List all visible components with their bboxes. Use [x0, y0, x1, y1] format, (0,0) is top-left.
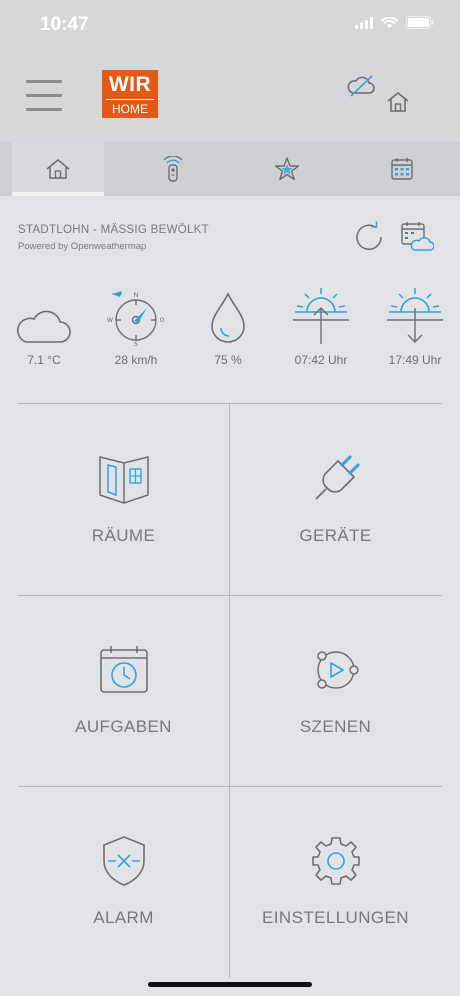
tab-calendar[interactable] [356, 142, 448, 196]
status-bar: 10:47 [0, 0, 460, 52]
gear-icon [311, 837, 360, 885]
sunset-icon [387, 288, 443, 343]
tile-scenes[interactable]: SZENEN [230, 595, 441, 785]
tile-scenes-label: SZENEN [299, 717, 372, 736]
svg-text:S: S [134, 341, 138, 346]
sunrise-metric: 07:42 Uhr [281, 284, 361, 367]
menu-button[interactable] [26, 80, 62, 112]
menu-bar-line [26, 80, 62, 83]
tile-rooms[interactable]: RÄUME [18, 404, 229, 594]
water-drop-icon [211, 292, 245, 343]
tab-home[interactable] [12, 142, 104, 196]
status-time: 10:47 [40, 14, 89, 35]
calendar-icon [391, 158, 413, 180]
wir-home-logo: WIR HOME [102, 70, 158, 118]
app-header: WIR HOME [0, 52, 460, 142]
cloud-icon [17, 310, 71, 343]
humidity-metric: 75 % [188, 284, 268, 367]
sunrise-icon [293, 288, 349, 344]
tile-alarm[interactable]: ALARM [18, 786, 229, 976]
refresh-icon[interactable] [352, 220, 386, 254]
svg-text:W: W [107, 317, 113, 324]
logo-text-home: HOME [106, 99, 154, 116]
tile-settings-label: EINSTELLUNGEN [262, 908, 409, 927]
tab-bar [0, 142, 460, 196]
home-status-icon[interactable] [386, 90, 410, 114]
menu-bar-line [26, 94, 62, 97]
tile-alarm-label: ALARM [93, 908, 154, 927]
tab-favorites[interactable] [241, 142, 333, 196]
tile-rooms-label: RÄUME [91, 526, 156, 545]
wind-value: 28 km/h [114, 353, 158, 367]
rooms-icon [98, 456, 149, 504]
temperature-value: 7.1 °C [27, 353, 61, 367]
cloud-offline-icon[interactable] [346, 74, 376, 98]
signal-icon [355, 16, 373, 29]
wifi-icon [381, 16, 398, 28]
battery-icon [406, 16, 434, 29]
weather-location-status: STADTLOHN - MÄSSIG BEWÖLKT [18, 224, 209, 236]
sunset-metric: 17:49 Uhr [375, 284, 455, 367]
scenes-icon [316, 651, 359, 689]
temperature-metric: 7.1 °C [4, 284, 84, 367]
svg-text:N: N [134, 292, 139, 299]
sunrise-value: 07:42 Uhr [294, 353, 348, 367]
wind-compass-icon: N S W O [107, 291, 165, 346]
weather-forecast-icon[interactable] [400, 220, 434, 254]
sunset-value: 17:49 Uhr [388, 353, 442, 367]
tile-tasks-label: AUFGABEN [75, 717, 172, 736]
main-menu-grid: RÄUME GERÄTE AUFGABEN SZENEN ALARM EINST… [18, 403, 442, 978]
logo-text-wir: WIR [108, 73, 152, 96]
weather-provider: Powered by Openweathermap [18, 241, 147, 252]
status-icons [355, 16, 434, 29]
svg-text:O: O [160, 317, 165, 324]
remote-control-icon [163, 156, 183, 182]
tile-settings[interactable]: EINSTELLUNGEN [230, 786, 441, 976]
menu-bar-line [26, 108, 62, 111]
plug-icon [314, 455, 359, 500]
home-indicator[interactable] [148, 982, 312, 987]
tab-remote[interactable] [127, 142, 219, 196]
tile-devices[interactable]: GERÄTE [230, 404, 441, 594]
shield-icon [102, 836, 145, 886]
tile-tasks[interactable]: AUFGABEN [18, 595, 229, 785]
home-icon [46, 159, 70, 179]
tile-devices-label: GERÄTE [299, 526, 372, 545]
wind-metric: N S W O 28 km/h [96, 284, 176, 367]
humidity-value: 75 % [214, 353, 242, 367]
star-icon [274, 157, 300, 181]
calendar-clock-icon [99, 646, 148, 693]
